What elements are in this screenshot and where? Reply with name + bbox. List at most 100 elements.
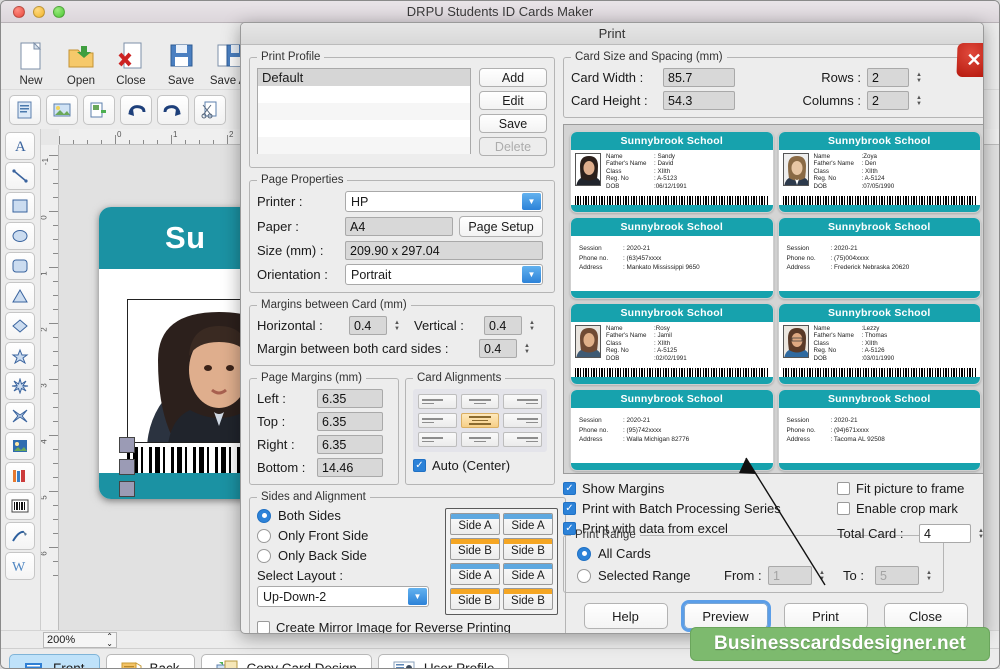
page-setup-button[interactable]: Page Setup <box>459 216 543 237</box>
resize-handle[interactable] <box>119 459 135 475</box>
profile-edit-button[interactable]: Edit <box>479 91 547 110</box>
stepper-arrows-icon[interactable]: ▲ ▼ <box>974 524 983 543</box>
align-middle-center-button[interactable] <box>460 413 500 428</box>
columns-value[interactable]: 2 <box>867 91 909 110</box>
card-width-value[interactable]: 85.7 <box>663 68 735 87</box>
stepper-arrows-icon[interactable]: ▲ ▼ <box>912 91 926 110</box>
chevron-down-icon[interactable]: ▼ <box>408 588 427 605</box>
resize-handle[interactable] <box>119 481 135 497</box>
stepper-arrows-icon[interactable]: ⌃ ⌄ <box>106 632 113 647</box>
rows-value[interactable]: 2 <box>867 68 909 87</box>
close-button[interactable]: Close <box>883 603 968 629</box>
watermark-tool-icon[interactable]: W <box>5 552 35 580</box>
all-cards-radio[interactable]: All Cards <box>577 546 936 561</box>
preview-card[interactable]: Sunnybrook School Session: 2020-21 Phone… <box>777 217 981 299</box>
total-card-value[interactable]: 4 <box>919 524 971 543</box>
list-item[interactable] <box>258 86 470 103</box>
resize-handle[interactable] <box>119 437 135 453</box>
ellipse-tool-icon[interactable] <box>5 222 35 250</box>
radio-icon[interactable] <box>577 568 591 583</box>
show-margins-checkbox[interactable]: ✓ Show Margins <box>563 481 823 496</box>
stepper-arrows-icon[interactable]: ▲ ▼ <box>525 316 539 335</box>
triangle-tool-icon[interactable] <box>5 282 35 310</box>
preview-card[interactable]: Sunnybrook School Name: Sandy Father's N… <box>570 131 774 213</box>
preview-button[interactable]: Preview <box>683 603 768 629</box>
radio-icon[interactable] <box>257 528 271 543</box>
orientation-select[interactable]: Portrait ▼ <box>345 264 543 285</box>
preview-card[interactable]: Sunnybrook School Name:Rosy Father's Nam… <box>570 303 774 385</box>
checkbox-icon[interactable]: ✓ <box>563 482 576 495</box>
undo-icon[interactable] <box>120 94 152 125</box>
radio-icon[interactable] <box>577 546 591 561</box>
front-side-button[interactable]: Front <box>9 653 100 668</box>
dialog-close-icon[interactable]: ✕ <box>956 43 983 77</box>
stepper-arrows-icon[interactable]: ▲ ▼ <box>912 68 926 87</box>
align-bottom-center-button[interactable] <box>460 432 500 447</box>
bottom-margin-value[interactable]: 14.46 <box>317 458 383 477</box>
right-margin-value[interactable]: 6.35 <box>317 435 383 454</box>
text-tool-icon[interactable]: A <box>5 132 35 160</box>
align-middle-right-button[interactable] <box>503 413 542 428</box>
copy-card-design-button[interactable]: Copy Card Design <box>200 653 372 668</box>
back-side-button[interactable]: Back <box>105 653 195 668</box>
mirror-image-checkbox[interactable]: Create Mirror Image for Reverse Printing <box>257 620 558 633</box>
barcode-tool-icon[interactable] <box>5 492 35 520</box>
align-middle-left-button[interactable] <box>418 413 457 428</box>
text-document-icon[interactable] <box>9 94 41 125</box>
checkbox-icon[interactable]: ✓ <box>413 459 426 472</box>
checkbox-icon[interactable] <box>837 502 850 515</box>
insert-object-icon[interactable] <box>83 94 115 125</box>
card-preview-pane[interactable]: Sunnybrook School Name: Sandy Father's N… <box>563 124 983 474</box>
profile-save-button[interactable]: Save <box>479 114 547 133</box>
select-layout-dropdown[interactable]: Up-Down-2 ▼ <box>257 586 429 607</box>
four-point-star-tool-icon[interactable] <box>5 402 35 430</box>
align-top-left-button[interactable] <box>418 394 457 409</box>
line-tool-icon[interactable] <box>5 162 35 190</box>
align-bottom-right-button[interactable] <box>503 432 542 447</box>
burst-tool-icon[interactable] <box>5 372 35 400</box>
cut-icon[interactable] <box>194 94 226 125</box>
diamond-tool-icon[interactable] <box>5 312 35 340</box>
batch-processing-checkbox[interactable]: ✓ Print with Batch Processing Series <box>563 501 823 516</box>
zoom-level-stepper[interactable]: 200% ⌃ ⌄ <box>43 631 117 648</box>
toolbar-button-save[interactable]: Save <box>157 40 205 87</box>
redo-icon[interactable] <box>157 94 189 125</box>
toolbar-button-open[interactable]: Open <box>57 40 105 87</box>
chevron-down-icon[interactable]: ▼ <box>522 266 541 283</box>
auto-center-checkbox[interactable]: ✓ Auto (Center) <box>413 458 547 473</box>
list-item[interactable] <box>258 137 470 154</box>
image-tool-icon[interactable] <box>5 432 35 460</box>
checkbox-icon[interactable] <box>837 482 850 495</box>
list-item[interactable] <box>258 103 470 120</box>
stepper-arrows-icon[interactable]: ▲ ▼ <box>390 316 404 335</box>
checkbox-icon[interactable] <box>257 621 270 633</box>
radio-icon[interactable] <box>257 508 271 523</box>
profile-add-button[interactable]: Add <box>479 68 547 87</box>
list-item[interactable] <box>258 120 470 137</box>
chevron-down-icon[interactable]: ▼ <box>522 193 541 210</box>
print-button[interactable]: Print <box>783 603 868 629</box>
user-profile-button[interactable]: User Profile <box>377 653 510 668</box>
fit-picture-checkbox[interactable]: Fit picture to frame <box>837 481 983 496</box>
library-tool-icon[interactable] <box>5 462 35 490</box>
horizontal-value[interactable]: 0.4 <box>349 316 387 335</box>
signature-tool-icon[interactable] <box>5 522 35 550</box>
help-button[interactable]: Help <box>583 603 668 629</box>
toolbar-button-close[interactable]: Close <box>107 40 155 87</box>
preview-card[interactable]: Sunnybrook School Session: 2020-21 Phone… <box>777 389 981 471</box>
preview-card[interactable]: Sunnybrook School Session: 2020-21 Phone… <box>570 389 774 471</box>
toolbar-button-new[interactable]: New <box>7 40 55 87</box>
preview-card[interactable]: Sunnybrook School Name:Lezzy Father's Na… <box>777 303 981 385</box>
preview-card[interactable]: Sunnybrook School Name:Zoya Father's Nam… <box>777 131 981 213</box>
preview-card[interactable]: Sunnybrook School Session: 2020-21 Phone… <box>570 217 774 299</box>
print-profile-list[interactable]: Default <box>257 68 471 154</box>
only-front-side-radio[interactable]: Only Front Side <box>257 528 439 543</box>
insert-picture-icon[interactable] <box>46 94 78 125</box>
rectangle-tool-icon[interactable] <box>5 192 35 220</box>
top-margin-value[interactable]: 6.35 <box>317 412 383 431</box>
printer-select[interactable]: HP ▼ <box>345 191 543 212</box>
stepper-arrows-icon[interactable]: ▲ ▼ <box>520 339 534 358</box>
both-card-sides-value[interactable]: 0.4 <box>479 339 517 358</box>
align-bottom-left-button[interactable] <box>418 432 457 447</box>
only-back-side-radio[interactable]: Only Back Side <box>257 548 439 563</box>
